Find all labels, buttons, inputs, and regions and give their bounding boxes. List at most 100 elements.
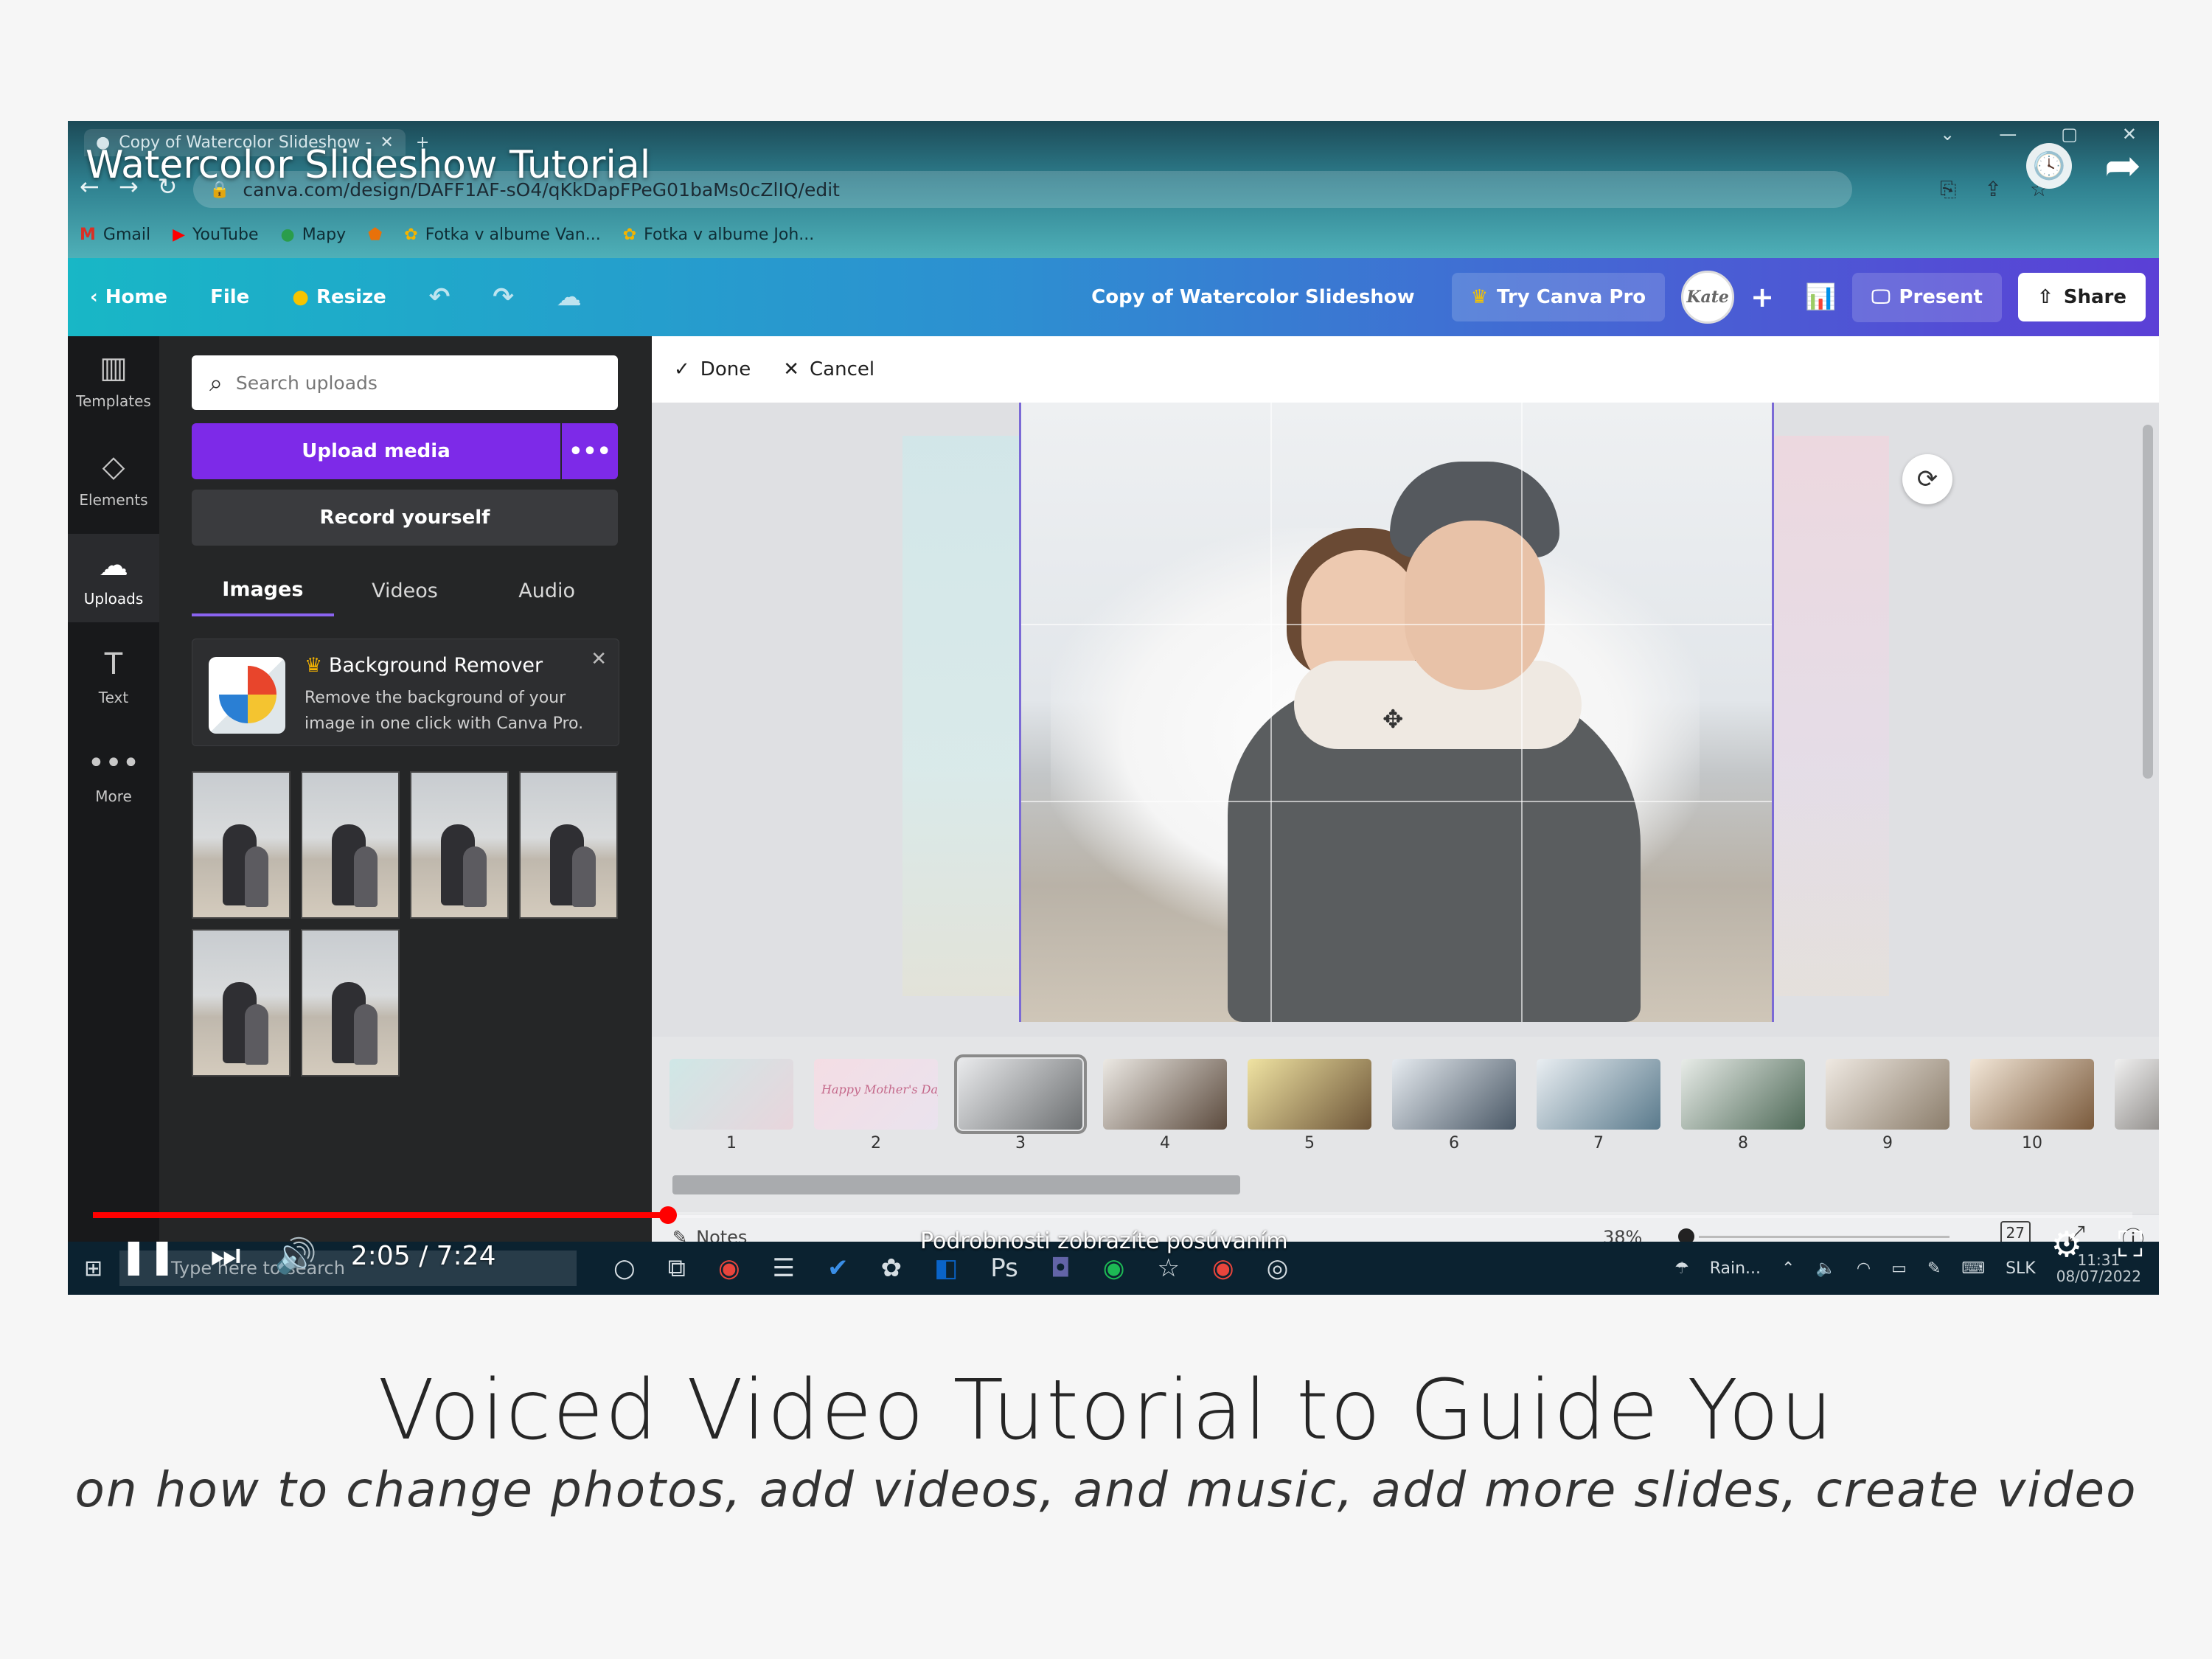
vertical-scrollbar[interactable]	[2140, 410, 2156, 1015]
task-view-icon[interactable]: ⧉	[668, 1253, 686, 1283]
page-thumbnail[interactable]	[1537, 1059, 1660, 1130]
page-thumbnail[interactable]	[1248, 1059, 1371, 1130]
upload-options-button[interactable]: •••	[562, 423, 618, 479]
upload-thumbnail[interactable]	[192, 771, 291, 919]
bookmark-item[interactable]: ● Mapy	[280, 226, 346, 244]
cortana-icon[interactable]: ○	[613, 1253, 636, 1283]
language-indicator[interactable]: SLK	[2006, 1259, 2036, 1278]
share-page-icon[interactable]: ⇪	[1984, 177, 2001, 202]
keyboard-icon[interactable]: ⌨	[1961, 1259, 1985, 1278]
windows-start-icon[interactable]: ⊞	[84, 1256, 102, 1281]
done-button[interactable]: ✓ Done	[674, 358, 751, 380]
maximize-icon[interactable]: ▢	[2061, 124, 2078, 145]
teams-icon[interactable]: ◘	[1051, 1253, 1071, 1283]
todo-icon[interactable]: ✔	[827, 1253, 849, 1283]
upload-thumbnail[interactable]	[410, 771, 509, 919]
resize-button[interactable]: ● Resize	[292, 286, 386, 308]
page-thumbnail[interactable]	[2115, 1059, 2159, 1130]
bookmark-item[interactable]: ✿ Fotka v albume Joh...	[623, 226, 815, 244]
chrome-icon[interactable]: ◉	[718, 1253, 740, 1283]
rotate-icon[interactable]: ⟳	[1902, 454, 1952, 504]
pause-icon[interactable]: ❚❚	[119, 1236, 176, 1276]
design-canvas[interactable]: ✥	[1019, 403, 1774, 1022]
translate-icon[interactable]: ⎘	[1940, 177, 1956, 202]
bookmark-item[interactable]: ✿ Fotka v albume Van...	[404, 226, 600, 244]
search-input[interactable]: ⌕ Search uploads	[192, 355, 618, 410]
wifi-icon[interactable]: ◠	[1857, 1259, 1871, 1278]
share-button[interactable]: ⇧ Share	[2017, 273, 2146, 321]
watch-later-icon[interactable]: 🕓	[2026, 143, 2072, 189]
record-yourself-button[interactable]: Record yourself	[192, 490, 618, 546]
rail-text[interactable]: T Text	[68, 633, 159, 721]
redo-icon[interactable]: ↷	[493, 282, 514, 312]
rail-more[interactable]: ••• More	[68, 731, 159, 820]
page-thumbnail[interactable]: Happy Mother's Day	[814, 1059, 938, 1130]
next-icon[interactable]: ⏭	[210, 1235, 240, 1276]
share-label: Share	[2063, 286, 2126, 308]
close-icon: ✕	[783, 358, 799, 380]
page-thumbnail[interactable]	[954, 1054, 1087, 1134]
minimize-icon[interactable]: —	[1999, 124, 2017, 145]
horizontal-scrollbar[interactable]	[672, 1175, 1240, 1194]
bookmark-item[interactable]: ⬟	[368, 226, 382, 244]
undo-icon[interactable]: ↶	[429, 282, 451, 312]
page-thumbnail[interactable]	[1681, 1059, 1805, 1130]
star-app-icon[interactable]: ☆	[1157, 1253, 1179, 1283]
upload-thumbnail[interactable]	[519, 771, 618, 919]
rail-templates[interactable]: ▥ Templates	[68, 336, 159, 425]
upload-thumbnail[interactable]	[301, 929, 400, 1077]
exit-fullscreen-icon[interactable]: ⛶	[2118, 1224, 2143, 1266]
upload-media-button[interactable]: Upload media	[192, 423, 560, 479]
upload-thumbnail[interactable]	[192, 929, 291, 1077]
spotify-icon[interactable]: ◉	[1103, 1253, 1125, 1283]
file-menu[interactable]: File	[210, 286, 249, 308]
obs-icon[interactable]: ◎	[1267, 1253, 1289, 1283]
rail-uploads[interactable]: ☁ Uploads	[68, 534, 159, 622]
analytics-icon[interactable]: 📊	[1805, 282, 1836, 312]
page-thumbnail[interactable]	[1826, 1059, 1950, 1130]
page-thumbnail[interactable]	[669, 1059, 793, 1130]
volume-icon[interactable]: 🔈	[1815, 1259, 1835, 1278]
settings-sliders-icon[interactable]: ☰	[773, 1253, 795, 1283]
upload-thumbnail[interactable]	[301, 771, 400, 919]
zoom-slider-track[interactable]	[1699, 1236, 1950, 1238]
avatar[interactable]: Kate	[1681, 271, 1735, 324]
tab-videos[interactable]: Videos	[334, 565, 476, 616]
photoshop-icon[interactable]: Ps	[990, 1253, 1018, 1283]
outlook-icon[interactable]: ◧	[934, 1253, 958, 1283]
chevron-up-icon[interactable]: ⌃	[1781, 1259, 1795, 1278]
page-thumbnail[interactable]	[1103, 1059, 1227, 1130]
present-icon: 🖵	[1871, 285, 1891, 308]
bookmark-item[interactable]: M Gmail	[80, 226, 150, 244]
crown-icon: ♛	[305, 654, 323, 677]
background-remover-promo[interactable]: ♛ Background Remover Remove the backgrou…	[192, 639, 619, 746]
progress-scrubber[interactable]	[659, 1206, 677, 1224]
tab-audio[interactable]: Audio	[476, 565, 618, 616]
page-thumbnail[interactable]	[1970, 1059, 2094, 1130]
tab-images[interactable]: Images	[192, 565, 334, 616]
video-progress-bar[interactable]	[93, 1206, 2132, 1224]
youtube-top-actions: 🕓 ➦	[2026, 140, 2146, 192]
page-thumbnail[interactable]	[1392, 1059, 1516, 1130]
photos-app-icon[interactable]: ✿	[881, 1253, 902, 1283]
cloud-saved-icon[interactable]: ☁	[557, 282, 582, 312]
rail-elements[interactable]: ◇ Elements	[68, 435, 159, 524]
settings-gear-icon[interactable]: ⚙	[2051, 1224, 2082, 1266]
present-button[interactable]: 🖵 Present	[1852, 272, 2002, 322]
bookmark-item[interactable]: ▶ YouTube	[173, 226, 258, 244]
try-canva-pro-button[interactable]: ♛ Try Canva Pro	[1451, 273, 1666, 321]
home-button[interactable]: ‹ Home	[90, 286, 167, 308]
battery-icon[interactable]: ▭	[1891, 1259, 1907, 1278]
share-arrow-icon[interactable]: ➦	[2100, 140, 2146, 192]
close-icon[interactable]: ✕	[591, 648, 607, 670]
volume-icon[interactable]: 🔊	[275, 1236, 317, 1276]
chrome-icon[interactable]: ◉	[1212, 1253, 1234, 1283]
cancel-button[interactable]: ✕ Cancel	[783, 358, 874, 380]
video-player[interactable]: ● Copy of Watercolor Slideshow - ✕ + ⌄ —…	[68, 121, 2159, 1295]
add-collaborator-icon[interactable]: +	[1750, 281, 1774, 313]
weather-label[interactable]: Rain...	[1710, 1259, 1761, 1278]
pen-icon[interactable]: ✎	[1927, 1259, 1941, 1278]
design-title[interactable]: Copy of Watercolor Slideshow	[1091, 286, 1415, 308]
chevron-down-icon[interactable]: ⌄	[1940, 124, 1955, 145]
rail-label: Uploads	[83, 590, 144, 608]
